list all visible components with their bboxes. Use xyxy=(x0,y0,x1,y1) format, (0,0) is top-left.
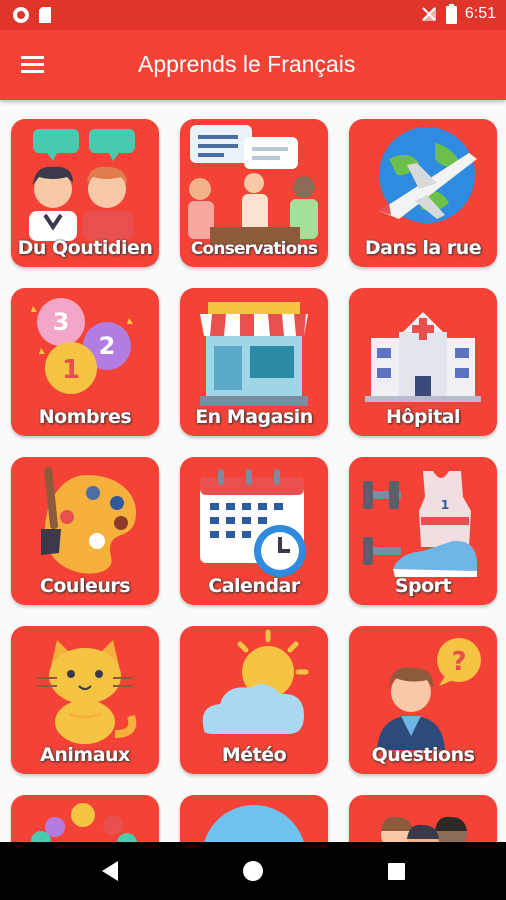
status-clock: 6:51 xyxy=(464,5,496,22)
tile-meteo[interactable]: Météo xyxy=(180,626,328,774)
balloons-icon xyxy=(31,803,137,842)
tile-label: Hôpital xyxy=(386,406,460,428)
back-icon[interactable] xyxy=(96,856,126,886)
battery-icon xyxy=(445,4,457,24)
tile-en-magasin[interactable]: En Magasin xyxy=(180,288,328,436)
tile-partial-1[interactable] xyxy=(11,795,159,842)
tile-partial-2[interactable] xyxy=(180,795,328,842)
svg-text:1: 1 xyxy=(441,498,449,512)
tile-label: Dans la rue xyxy=(364,237,482,259)
app-bar: Apprends le Français xyxy=(0,30,506,100)
globe-icon xyxy=(204,805,304,842)
tile-label: Questions xyxy=(371,744,475,766)
tile-conversations[interactable]: Conservations xyxy=(180,119,328,267)
group-people-icon xyxy=(381,816,467,842)
app-title: Apprends le Français xyxy=(138,51,356,77)
tile-label: Calendar xyxy=(208,575,300,597)
recent-apps-icon[interactable] xyxy=(381,856,411,886)
tile-questions[interactable]: ? Questions xyxy=(349,626,497,774)
tile-hopital[interactable]: Hôpital xyxy=(349,288,497,436)
home-icon[interactable] xyxy=(238,856,268,886)
tile-calendar[interactable]: Calendar xyxy=(180,457,328,605)
svg-text:1: 1 xyxy=(62,355,80,385)
tile-label: Météo xyxy=(221,744,287,766)
svg-text:3: 3 xyxy=(53,308,70,336)
tile-label: Du Qoutidien xyxy=(17,237,153,259)
status-bar: 6:51 xyxy=(0,0,506,30)
category-grid: Du Qoutidien Conservations Dans la rue 3… xyxy=(0,100,506,842)
no-signal-icon xyxy=(421,7,436,21)
tile-animaux[interactable]: Animaux xyxy=(11,626,159,774)
navigation-bar xyxy=(0,842,506,900)
svg-text:?: ? xyxy=(451,647,466,677)
tile-label: Animaux xyxy=(40,744,130,766)
tile-partial-3[interactable] xyxy=(349,795,497,842)
tile-label: En Magasin xyxy=(195,406,313,428)
tile-dans-la-rue[interactable]: Dans la rue xyxy=(349,119,497,267)
tile-label: Couleurs xyxy=(39,575,131,597)
sd-card-icon xyxy=(39,7,51,23)
tile-label: Nombres xyxy=(38,406,132,428)
tile-du-quotidien[interactable]: Du Qoutidien xyxy=(11,119,159,267)
record-icon xyxy=(13,7,29,23)
tile-nombres[interactable]: 3 2 1 Nombres xyxy=(11,288,159,436)
svg-text:2: 2 xyxy=(99,332,116,360)
app-root: 6:51 Apprends le Français Du Qoutidien C… xyxy=(0,0,506,900)
tile-label: Conservations xyxy=(190,239,318,259)
tile-couleurs[interactable]: Couleurs xyxy=(11,457,159,605)
hamburger-menu-icon[interactable] xyxy=(18,52,48,78)
tile-sport[interactable]: 1 Sport xyxy=(349,457,497,605)
tile-label: Sport xyxy=(394,575,452,597)
